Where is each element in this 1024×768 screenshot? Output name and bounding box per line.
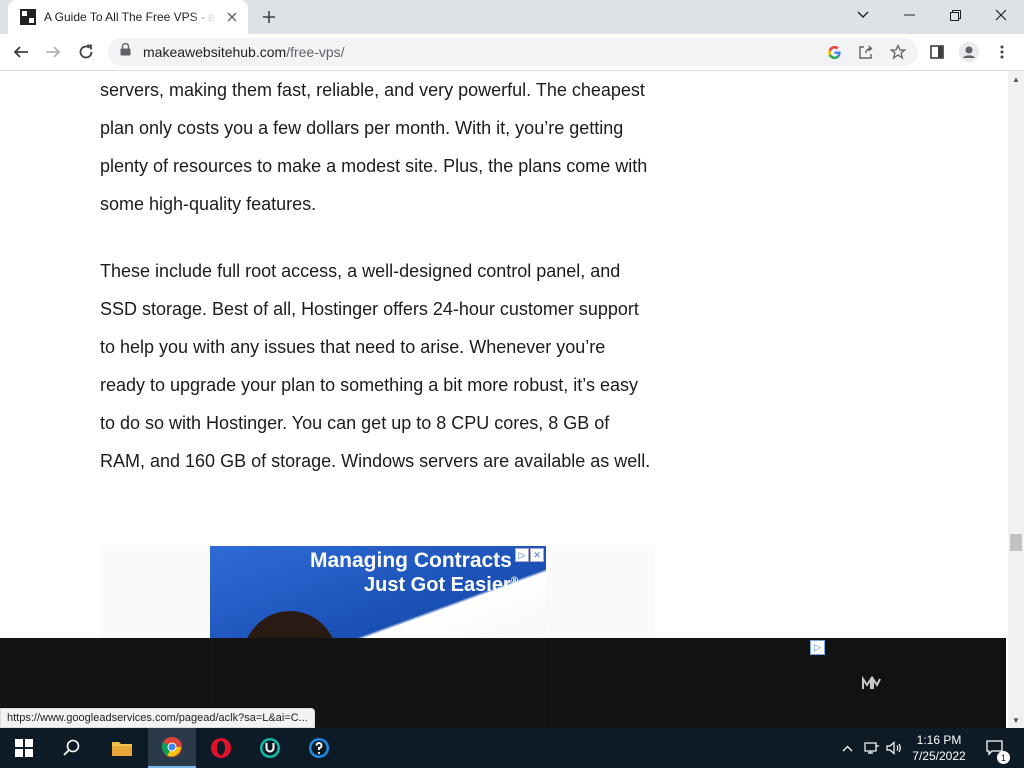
tab-strip: A Guide To All The Free VPS - and (0, 0, 1024, 34)
page-viewport: servers, making them fast, reliable, and… (0, 71, 1008, 728)
url-path: /free-vps/ (286, 44, 345, 60)
back-button[interactable] (6, 37, 36, 67)
opera-icon[interactable] (197, 728, 245, 768)
help-app-icon[interactable] (295, 728, 343, 768)
page-scrollbar[interactable]: ▲ ▼ (1008, 71, 1024, 728)
forward-button[interactable] (38, 37, 68, 67)
browser-toolbar: makeawebsitehub.com/free-vps/ (0, 34, 1024, 71)
restore-button[interactable] (932, 0, 978, 30)
share-icon[interactable] (858, 44, 874, 60)
file-explorer-icon[interactable] (98, 728, 146, 768)
system-clock[interactable]: 1:16 PM 7/25/2022 (900, 732, 978, 764)
scrollbar-thumb[interactable] (1010, 534, 1022, 551)
article-paragraph: servers, making them fast, reliable, and… (100, 80, 648, 214)
side-panel-icon[interactable] (922, 37, 952, 67)
reload-button[interactable] (71, 37, 101, 67)
tray-overflow-chevron-icon[interactable] (838, 728, 856, 768)
ad-choices[interactable]: ▷ ✕ (515, 548, 544, 562)
ad-close-icon[interactable]: ✕ (530, 548, 544, 562)
taskbar: 1:16 PM 7/25/2022 1 (0, 728, 1024, 768)
notification-center-icon[interactable]: 1 (980, 728, 1010, 768)
ad-network-logo (862, 675, 882, 693)
profile-avatar-icon[interactable] (954, 37, 984, 67)
search-icon[interactable] (48, 728, 96, 768)
article-paragraph: These include full root access, a well-d… (100, 261, 651, 471)
url-domain: makeawebsitehub.com (143, 44, 287, 60)
app-u-icon[interactable] (246, 728, 294, 768)
minimize-button[interactable] (886, 0, 932, 30)
browser-tab[interactable]: A Guide To All The Free VPS - and (8, 0, 248, 34)
close-window-button[interactable] (978, 0, 1024, 30)
google-icon[interactable] (826, 44, 842, 60)
ad-subheadline-text: Just Got Easier (364, 574, 511, 596)
clock-time: 1:16 PM (916, 733, 962, 747)
notification-count-badge: 1 (997, 751, 1010, 764)
ad-subheadline: Just Got Easier® (364, 574, 518, 597)
start-button[interactable] (0, 728, 48, 768)
adchoices-icon[interactable]: ▷ (810, 640, 825, 655)
url-text: makeawebsitehub.com/free-vps/ (143, 44, 345, 60)
lock-icon[interactable] (120, 42, 131, 61)
bookmark-star-icon[interactable] (890, 44, 906, 60)
chrome-icon[interactable] (148, 728, 196, 768)
clock-date: 7/25/2022 (912, 749, 966, 763)
site-favicon-icon (20, 9, 36, 25)
scroll-up-arrow-icon[interactable]: ▲ (1008, 71, 1024, 87)
address-bar[interactable]: makeawebsitehub.com/free-vps/ (108, 38, 918, 66)
ad-headline: Managing Contracts (310, 549, 512, 572)
kebab-menu-icon[interactable] (987, 37, 1017, 67)
tab-search-chevron-icon[interactable] (840, 0, 886, 30)
tab-title: A Guide To All The Free VPS - and (44, 10, 216, 24)
link-status-bubble: https://www.googleadservices.com/pagead/… (0, 708, 315, 728)
adchoices-icon[interactable]: ▷ (515, 548, 529, 562)
scroll-down-arrow-icon[interactable]: ▼ (1008, 712, 1024, 728)
registered-mark: ® (510, 575, 519, 587)
tab-close-icon[interactable] (224, 9, 240, 25)
network-icon[interactable] (862, 728, 882, 768)
new-tab-button[interactable] (256, 5, 282, 29)
